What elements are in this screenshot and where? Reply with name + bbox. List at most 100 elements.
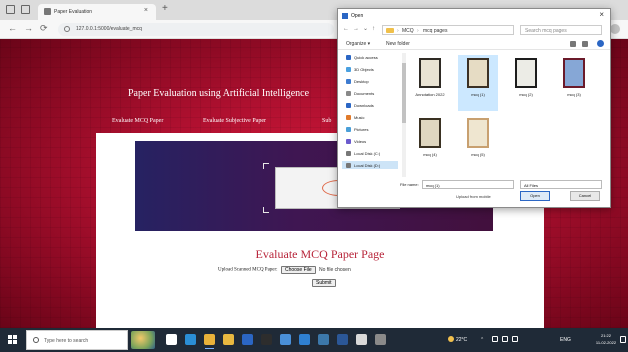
preview-pane-icon[interactable]	[582, 41, 588, 47]
dialog-app-icon	[342, 13, 348, 19]
nav-pane-item[interactable]: Desktop	[346, 77, 369, 85]
dialog-path-bar[interactable]: › MCQ › mcq pages	[382, 25, 514, 35]
nav-link-more[interactable]: Sub	[322, 118, 331, 124]
nav-link-evaluate-mcq[interactable]: Evaluate MCQ Paper	[112, 118, 163, 124]
breadcrumb-separator: ›	[417, 28, 419, 34]
submit-button[interactable]: Submit	[312, 279, 336, 287]
nav-pane-item[interactable]: Documents	[346, 89, 374, 97]
file-item[interactable]: mcq (2)	[506, 55, 546, 111]
python-icon[interactable]	[318, 334, 329, 345]
cube-icon	[346, 66, 351, 72]
taskbar-clock[interactable]: 21:22 11-02-2022	[592, 332, 620, 346]
file-item[interactable]: Annotation 2022	[410, 55, 450, 111]
breadcrumb-mcq[interactable]: MCQ	[402, 28, 414, 34]
new-folder-button[interactable]: New folder	[386, 41, 410, 47]
nav-pane-item[interactable]: Pictures	[346, 125, 368, 133]
frame-corner-icon	[263, 207, 269, 213]
dialog-up-icon[interactable]: ↑	[372, 26, 375, 32]
dialog-search-input[interactable]: Search mcq pages	[520, 25, 602, 35]
windows-start-icon[interactable]	[8, 335, 18, 345]
mail-icon[interactable]	[242, 334, 253, 345]
profile-icon[interactable]	[610, 24, 620, 34]
store-icon[interactable]	[280, 334, 291, 345]
weather-icon[interactable]	[448, 336, 454, 342]
search-highlight-image[interactable]	[131, 331, 155, 349]
tray-chevron-icon[interactable]: ⌃	[480, 337, 484, 343]
nav-pane-scrollbar[interactable]	[402, 53, 406, 177]
nav-pane-item[interactable]: Music	[346, 113, 364, 121]
cancel-button[interactable]: Cancel	[570, 191, 600, 201]
weather-temperature[interactable]: 22°C	[456, 337, 467, 343]
vscode-icon[interactable]	[299, 334, 310, 345]
word-icon[interactable]	[337, 334, 348, 345]
volume-icon[interactable]	[502, 336, 508, 342]
dialog-recent-icon[interactable]: ⌄	[363, 26, 368, 32]
notifications-icon[interactable]	[620, 336, 626, 343]
desktop-icon	[346, 78, 351, 84]
network-icon[interactable]	[492, 336, 498, 342]
forward-arrow-icon[interactable]: →	[24, 24, 33, 33]
tab-close-icon[interactable]: ×	[144, 7, 148, 14]
nav-pane-item[interactable]: Local Disk (C:)	[346, 149, 380, 157]
back-arrow-icon[interactable]: ←	[8, 24, 17, 33]
file-type-select[interactable]: All Files	[520, 180, 602, 189]
upload-from-mobile-link[interactable]: Upload from mobile	[456, 194, 491, 199]
file-thumbnail-icon	[467, 118, 489, 148]
dialog-back-icon[interactable]: ←	[343, 26, 349, 32]
nav-link-evaluate-subjective[interactable]: Evaluate Subjective Paper	[203, 118, 266, 124]
clock-date: 11-02-2022	[595, 340, 617, 345]
dialog-nav-pane: Quick access 3D Objects Desktop Documents Do…	[342, 53, 402, 177]
drive-icon	[346, 162, 351, 168]
view-options-icon[interactable]	[570, 41, 576, 47]
settings-icon[interactable]	[375, 334, 386, 345]
drive-icon	[346, 150, 351, 156]
organize-menu[interactable]: Organize ▾	[346, 41, 370, 47]
edge-icon[interactable]	[185, 334, 196, 345]
photos-icon[interactable]	[356, 334, 367, 345]
file-thumbnail-icon	[419, 58, 441, 88]
browser-tab[interactable]: Paper Evaluation ×	[38, 4, 156, 20]
file-item[interactable]: mcq (3)	[554, 55, 594, 111]
chrome-icon[interactable]	[204, 334, 215, 349]
file-item[interactable]: mcq (4)	[410, 115, 450, 171]
file-name-input[interactable]: mcq (1)	[422, 180, 514, 189]
nav-pane-item-label: Quick access	[354, 54, 378, 60]
nav-pane-item[interactable]: 3D Objects	[346, 65, 374, 73]
task-view-icon[interactable]	[166, 334, 177, 345]
battery-icon[interactable]	[512, 336, 518, 342]
new-tab-icon[interactable]: +	[162, 4, 168, 14]
file-item[interactable]: mcq (1)	[458, 55, 498, 111]
nav-pane-item[interactable]: Videos	[346, 137, 366, 145]
nav-pane-item-label: Videos	[354, 138, 367, 144]
file-item[interactable]: mcq (5)	[458, 115, 498, 171]
nav-pane-item[interactable]: Local Disk (D:)	[342, 161, 398, 169]
file-explorer-icon[interactable]	[223, 334, 234, 345]
nav-pane-item[interactable]: Quick access	[346, 53, 378, 61]
tab-actions-icon[interactable]	[21, 5, 30, 14]
taskbar: Type here to search 22°C ⌃ ENG 21:22 11-…	[0, 328, 628, 352]
language-indicator[interactable]: ENG	[560, 337, 571, 343]
dialog-close-icon[interactable]: ×	[599, 11, 604, 19]
taskbar-search-input[interactable]: Type here to search	[26, 330, 128, 350]
dialog-titlebar: Open ×	[338, 9, 610, 23]
nav-pane-item[interactable]: Downloads	[346, 101, 374, 109]
file-thumbnail-icon	[467, 58, 489, 88]
terminal-icon[interactable]	[261, 334, 272, 345]
site-info-icon[interactable]	[64, 26, 70, 32]
breadcrumb-separator: ›	[397, 28, 399, 34]
nav-pane-item-label: Desktop	[354, 78, 369, 84]
dialog-forward-icon[interactable]: →	[353, 26, 359, 32]
address-bar[interactable]: 127.0.0.1:5000/evaluate_mcq	[58, 23, 334, 36]
reload-icon[interactable]: ⟳	[40, 24, 48, 33]
choose-file-button[interactable]: Choose File	[280, 266, 316, 274]
scrollbar-thumb[interactable]	[402, 63, 406, 123]
pictures-icon	[346, 126, 351, 132]
help-icon[interactable]	[597, 40, 604, 47]
nav-pane-item-label: Documents	[354, 90, 375, 96]
breadcrumb-mcq-pages[interactable]: mcq pages	[423, 28, 447, 34]
file-name: Annotation 2022	[415, 92, 445, 97]
nav-pane-item-label: Pictures	[354, 126, 369, 132]
dialog-title: Open	[351, 13, 364, 19]
open-button[interactable]: Open	[520, 191, 550, 201]
window-menu-icon[interactable]	[6, 5, 15, 14]
